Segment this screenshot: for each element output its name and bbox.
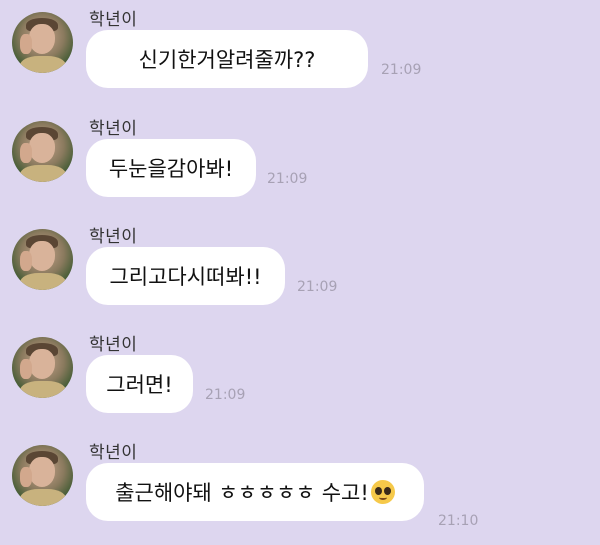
sender-name: 학년이 [89, 335, 138, 355]
chat-message: 학년이 신기한거알려줄까?? 21:09 [0, 4, 600, 112]
message-bubble[interactable]: 출근해야돼 ㅎㅎㅎㅎㅎ 수고! [86, 463, 424, 521]
message-time: 21:09 [381, 62, 422, 78]
message-time: 21:10 [438, 513, 479, 529]
avatar[interactable] [12, 337, 73, 398]
sender-name: 학년이 [89, 119, 138, 139]
message-bubble[interactable]: 두눈을감아봐! [86, 139, 256, 197]
message-time: 21:09 [267, 171, 308, 187]
avatar[interactable] [12, 12, 73, 73]
chat-message: 학년이 두눈을감아봐! 21:09 [0, 113, 600, 221]
message-bubble[interactable]: 그리고다시떠봐!! [86, 247, 285, 305]
sender-name: 학년이 [89, 10, 138, 30]
message-bubble[interactable]: 그러면! [86, 355, 193, 413]
avatar[interactable] [12, 445, 73, 506]
chat-message: 학년이 그리고다시떠봐!! 21:09 [0, 221, 600, 329]
chat-message: 학년이 그러면! 21:09 [0, 329, 600, 437]
message-bubble[interactable]: 신기한거알려줄까?? [86, 30, 368, 88]
pleading-face-icon [370, 480, 395, 504]
message-text: 출근해야돼 ㅎㅎㅎㅎㅎ 수고! [115, 481, 369, 505]
avatar[interactable] [12, 121, 73, 182]
sender-name: 학년이 [89, 443, 138, 463]
message-time: 21:09 [297, 279, 338, 295]
chat-message: 학년이 출근해야돼 ㅎㅎㅎㅎㅎ 수고! 21:10 [0, 437, 600, 545]
message-time: 21:09 [205, 387, 246, 403]
avatar[interactable] [12, 229, 73, 290]
sender-name: 학년이 [89, 227, 138, 247]
